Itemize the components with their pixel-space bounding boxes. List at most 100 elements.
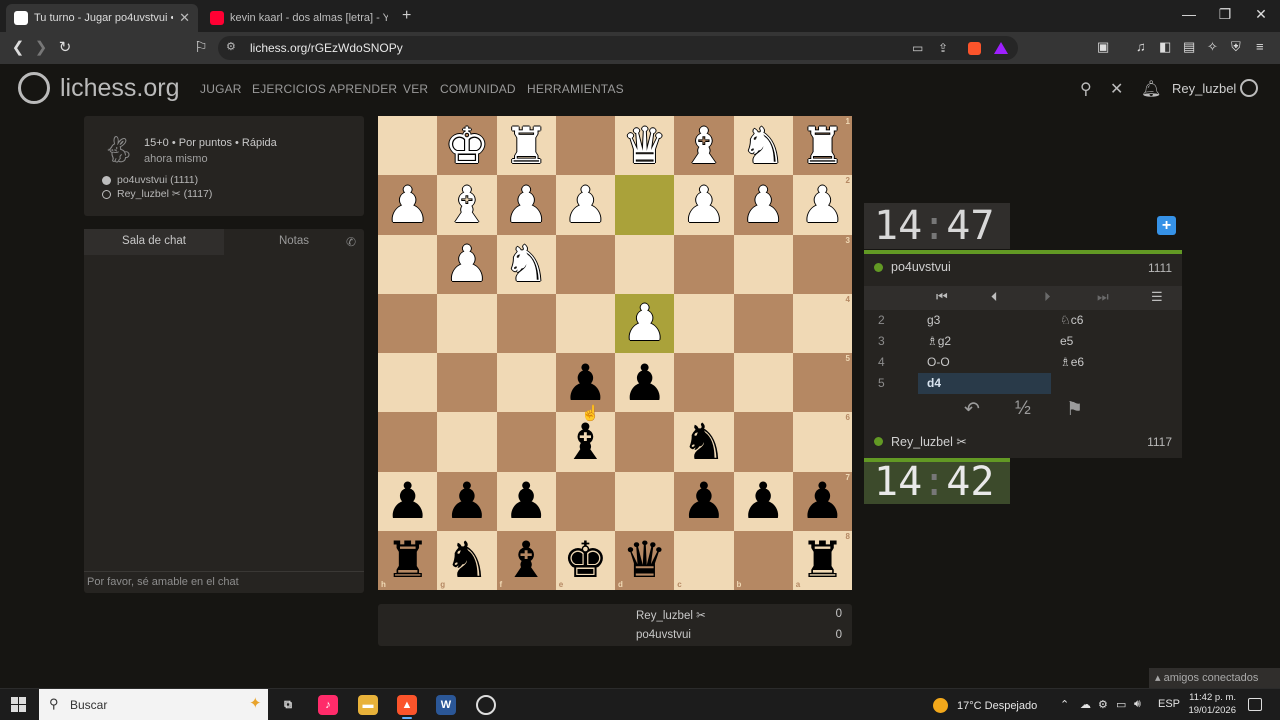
notifications-icon[interactable] <box>1248 698 1262 711</box>
board-square[interactable] <box>555 471 615 531</box>
close-tab-icon[interactable]: ✕ <box>179 10 190 26</box>
board-square[interactable] <box>437 412 497 472</box>
recorder-app-icon[interactable] <box>476 695 496 715</box>
white-bishop-icon[interactable]: ♝ <box>444 180 489 230</box>
first-move-icon[interactable]: ⏮ <box>936 289 948 305</box>
search-icon[interactable]: ⚲ <box>1080 79 1092 99</box>
white-pawn-icon[interactable]: ♟ <box>444 239 489 289</box>
board-square[interactable] <box>674 234 734 294</box>
board-square[interactable] <box>378 116 438 176</box>
black-knight-icon[interactable]: ♞ <box>444 535 489 585</box>
white-pawn-icon[interactable]: ♟ <box>504 180 549 230</box>
white-pawn-icon[interactable]: ♟ <box>385 180 430 230</box>
board-square[interactable] <box>378 234 438 294</box>
white-pawn-icon[interactable]: ♟ <box>563 180 608 230</box>
nav-comunidad[interactable]: COMUNIDAD <box>440 82 516 96</box>
white-rook-icon[interactable]: ♜ <box>504 121 549 171</box>
black-rook-icon[interactable]: ♜ <box>385 535 430 585</box>
black-move[interactable]: e5 <box>1051 331 1171 352</box>
site-info-icon[interactable]: ⚙ <box>226 40 236 53</box>
board-square[interactable]: c <box>674 530 734 590</box>
black-pawn-icon[interactable]: ♟ <box>563 358 608 408</box>
board-square[interactable]: ♟ 2 <box>792 175 852 235</box>
nav-ejercicios[interactable]: EJERCICIOS <box>252 82 326 96</box>
bookmark-icon[interactable]: ⚐ <box>191 38 211 56</box>
board-square[interactable]: ♝ <box>674 116 734 176</box>
white-pawn-icon[interactable]: ♟ <box>622 298 667 348</box>
notifications-bell-icon[interactable]: 🔔︎ <box>1141 79 1161 99</box>
board-square[interactable] <box>378 293 438 353</box>
tab-chat-room[interactable]: Sala de chat <box>84 229 224 255</box>
brave-browser-icon[interactable]: ▲ <box>397 695 417 719</box>
next-move-icon[interactable]: ⏵ <box>1044 289 1051 305</box>
wallet-extension-icon[interactable]: ▤ <box>1183 39 1195 55</box>
volume-icon[interactable]: 🔊︎ <box>1134 698 1141 711</box>
nav-ver[interactable]: VER <box>403 82 428 96</box>
user-menu[interactable]: Rey_luzbel <box>1172 81 1236 96</box>
board-square[interactable]: ♛ <box>615 116 675 176</box>
white-pawn-icon[interactable]: ♟ <box>741 180 786 230</box>
word-app-icon[interactable]: W <box>436 695 456 715</box>
board-square[interactable]: ♜ <box>496 116 556 176</box>
settings-gear-icon[interactable]: ⚙ <box>1098 698 1108 711</box>
task-view-icon[interactable]: ⧉ <box>278 695 298 715</box>
windows-start-icon[interactable] <box>11 697 26 712</box>
black-move[interactable] <box>1051 373 1171 394</box>
board-square[interactable] <box>615 234 675 294</box>
board-square[interactable]: ♟ <box>555 175 615 235</box>
black-pawn-icon[interactable]: ♟ <box>622 358 667 408</box>
show-hidden-icons[interactable]: ⌃ <box>1060 698 1069 711</box>
board-square[interactable]: b <box>733 530 793 590</box>
black-bishop-icon[interactable]: ♝ <box>563 417 608 467</box>
tab-youtube[interactable]: kevin kaarl - dos almas [letra] - Yo <box>202 4 396 32</box>
board-square[interactable]: ♟ <box>437 234 497 294</box>
board-square[interactable] <box>555 116 615 176</box>
board-square[interactable]: ♜ h <box>378 530 438 590</box>
board-square[interactable] <box>615 471 675 531</box>
leo-ai-icon[interactable]: ✧ <box>1207 39 1218 55</box>
taskbar-search[interactable]: ⚲ Buscar ✦ <box>39 689 268 720</box>
board-square[interactable]: ♞ <box>496 234 556 294</box>
brave-rewards-icon[interactable] <box>994 42 1008 54</box>
reload-icon[interactable]: ↻ <box>55 38 75 56</box>
black-pawn-icon[interactable]: ♟ <box>385 476 430 526</box>
black-rook-icon[interactable]: ♜ <box>800 535 845 585</box>
phone-icon[interactable]: ✆ <box>346 235 356 249</box>
player-black[interactable]: Rey_luzbel ✂ (1117) <box>102 188 212 200</box>
media-icon[interactable]: ♫ <box>1136 39 1146 54</box>
board-square[interactable]: ♜ 8 a <box>792 530 852 590</box>
tab-notes[interactable]: Notas <box>224 229 364 255</box>
brave-shields-icon[interactable] <box>968 42 981 55</box>
last-move-icon[interactable]: ⏭ <box>1097 289 1109 305</box>
board-square[interactable] <box>496 353 556 413</box>
vpn-icon[interactable]: ⛨ <box>1231 39 1241 55</box>
board-square[interactable]: ♟ <box>674 471 734 531</box>
onedrive-icon[interactable]: ☁ <box>1080 698 1091 711</box>
white-king-icon[interactable]: ♚ <box>444 121 489 171</box>
lichess-logo-icon[interactable] <box>18 72 50 104</box>
chat-input[interactable]: Por favor, sé amable en el chat <box>84 571 364 593</box>
file-explorer-icon[interactable]: ▬ <box>358 695 378 715</box>
board-square[interactable]: ♟ <box>378 471 438 531</box>
white-pawn-icon[interactable]: ♟ <box>681 180 726 230</box>
challenges-icon[interactable]: ✕ <box>1110 79 1123 99</box>
board-square[interactable] <box>378 353 438 413</box>
board-square[interactable]: ♞ <box>674 412 734 472</box>
chess-board[interactable]: ♚ ♜ ♛ ♝ ♞ ♜ 1 ♟ ♝ ♟ ♟ ♟ ♟ ♟ 2 ♟ ♞ 3 ♟ 4 ♟ ♟ 5 ♝ ♞ 6 ♟ ♟ ♟ ♟ ♟ ♟ 7 ♜ h ♞ g ♝ f ♚… <box>378 116 852 590</box>
opponent-name[interactable]: po4uvstvui <box>874 260 951 274</box>
white-pawn-icon[interactable]: ♟ <box>800 180 845 230</box>
black-pawn-icon[interactable]: ♟ <box>444 476 489 526</box>
wallet-icon[interactable]: ▣ <box>1097 39 1109 55</box>
board-square[interactable]: ♝ <box>437 175 497 235</box>
board-square[interactable] <box>733 234 793 294</box>
board-square[interactable]: ♝ f <box>496 530 556 590</box>
new-tab-button[interactable]: + <box>402 7 411 25</box>
tiktok-app-icon[interactable]: ♪ <box>318 695 338 715</box>
board-square[interactable]: ♟ <box>615 293 675 353</box>
player-name[interactable]: Rey_luzbel ✂ <box>874 434 967 449</box>
black-pawn-icon[interactable]: ♟ <box>681 476 726 526</box>
white-queen-icon[interactable]: ♛ <box>622 121 667 171</box>
close-window-button[interactable]: ✕ <box>1238 6 1280 23</box>
url-field[interactable]: ⚙ lichess.org/rGEzWdoSNOPy ▭ ⇪ <box>218 36 1018 60</box>
player-white[interactable]: po4uvstvui (1111) <box>102 174 198 186</box>
